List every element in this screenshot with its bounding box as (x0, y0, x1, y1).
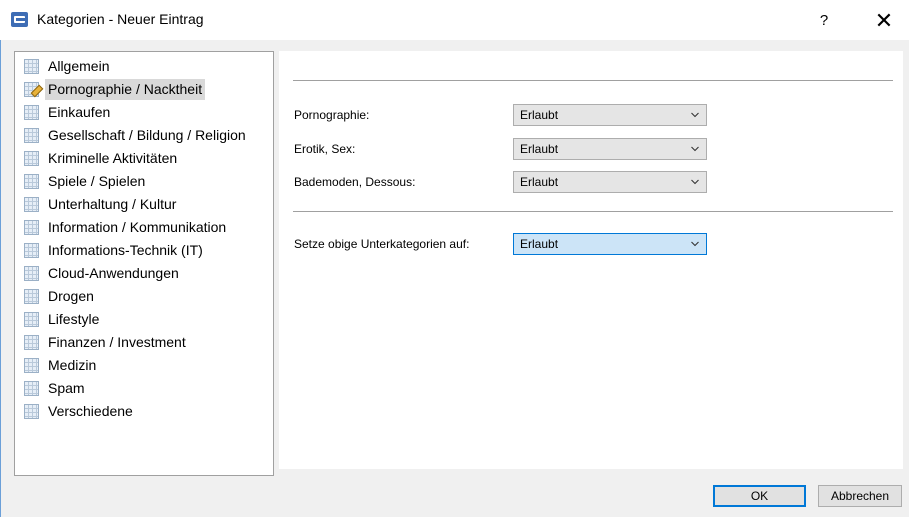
category-label: Information / Kommunikation (48, 219, 227, 235)
grid-icon (24, 289, 39, 304)
grid-icon (24, 220, 39, 235)
grid-icon (24, 174, 39, 189)
chevron-down-icon (691, 146, 699, 152)
grid-icon (24, 128, 39, 143)
category-label: Spiele / Spielen (48, 173, 146, 189)
pornographie-label: Pornographie: (294, 108, 370, 122)
category-label: Einkaufen (48, 104, 111, 120)
chevron-down-icon (691, 241, 699, 247)
erotik-label: Erotik, Sex: (294, 142, 356, 156)
category-label: Cloud-Anwendungen (48, 265, 179, 281)
grid-icon (24, 197, 39, 212)
grid-icon (24, 59, 39, 74)
app-icon (11, 12, 28, 27)
chevron-down-icon (691, 112, 699, 118)
window-border (0, 40, 1, 517)
grid-icon (24, 404, 39, 419)
pornographie-select[interactable]: Erlaubt (513, 104, 707, 126)
grid-icon (24, 381, 39, 396)
category-label: Unterhaltung / Kultur (48, 196, 177, 212)
grid-edit-icon (24, 82, 44, 98)
select-value: Erlaubt (520, 175, 559, 189)
help-button[interactable]: ? (809, 8, 839, 34)
category-label: Informations-Technik (IT) (48, 242, 203, 258)
bademoden-label: Bademoden, Dessous: (294, 175, 416, 189)
separator-top (293, 80, 893, 81)
cancel-button[interactable]: Abbrechen (818, 485, 902, 507)
grid-icon (24, 243, 39, 258)
title-bar: Kategorien - Neuer Eintrag ? ✕ (0, 0, 909, 40)
grid-icon (24, 266, 39, 281)
category-label: Kriminelle Aktivitäten (48, 150, 178, 166)
set-all-select[interactable]: Erlaubt (513, 233, 707, 255)
grid-icon (24, 335, 39, 350)
category-label: Drogen (48, 288, 94, 304)
category-label: Gesellschaft / Bildung / Religion (48, 127, 246, 143)
window-title: Kategorien - Neuer Eintrag (37, 11, 204, 27)
category-label: Pornographie / Nacktheit (45, 79, 206, 100)
category-label: Allgemein (48, 58, 110, 74)
category-label: Spam (48, 380, 85, 396)
grid-icon (24, 105, 39, 120)
category-label: Verschiedene (48, 403, 133, 419)
chevron-down-icon (691, 179, 699, 185)
ok-button[interactable]: OK (713, 485, 806, 507)
category-label: Lifestyle (48, 311, 100, 327)
grid-icon (24, 151, 39, 166)
erotik-select[interactable]: Erlaubt (513, 138, 707, 160)
select-value: Erlaubt (520, 237, 559, 251)
select-value: Erlaubt (520, 142, 559, 156)
category-label: Finanzen / Investment (48, 334, 186, 350)
category-tree[interactable]: Allgemein Pornographie / Nacktheit Einka… (14, 51, 274, 476)
grid-icon (24, 358, 39, 373)
category-label: Medizin (48, 357, 97, 373)
close-button[interactable]: ✕ (864, 6, 904, 36)
separator-bottom (293, 211, 893, 212)
select-value: Erlaubt (520, 108, 559, 122)
grid-icon (24, 312, 39, 327)
bademoden-select[interactable]: Erlaubt (513, 171, 707, 193)
set-all-label: Setze obige Unterkategorien auf: (294, 237, 470, 251)
